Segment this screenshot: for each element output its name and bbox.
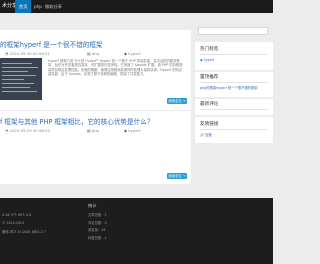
link-icon: 🔗 xyxy=(200,133,205,137)
post-category[interactable]: ▤ php xyxy=(87,51,99,56)
read-more-button[interactable]: 阅读全文 → xyxy=(167,98,187,104)
footer-info: 0.18. 9个 WIT: 4.0 © 2014-2024 微信2件3 24-0… xyxy=(2,211,46,236)
divider xyxy=(200,109,268,110)
post-list: 的框架hyperf 是一个很不错的框架 ◔ 2024-09-30 00:59:3… xyxy=(0,30,191,184)
stats-title: 统计 xyxy=(88,203,97,208)
search-input[interactable] xyxy=(198,27,268,35)
stat-item: 文章总数：2 xyxy=(88,213,107,217)
footer-line: © 2014-2024 xyxy=(2,221,25,226)
widget-title: 友情链接 xyxy=(200,122,219,127)
widget-title: 热门标签 xyxy=(200,47,219,52)
divider xyxy=(0,110,191,111)
top-nav: 术分享 首页 php 微软分享 xyxy=(0,0,273,13)
post-thumbnail[interactable] xyxy=(0,58,42,100)
friend-link[interactable]: 🔗 百度 xyxy=(200,132,212,137)
clock-icon: ◔ xyxy=(5,51,9,56)
post-tag[interactable]: ◆ hyperf xyxy=(124,51,140,56)
footer-line: 微信2件3 24-0001 8年4-2 7 xyxy=(2,229,46,234)
read-more-button[interactable]: 阅读全文 → xyxy=(167,173,187,179)
post-date: ◔ 2024-09-30 00:59:31 xyxy=(5,51,50,56)
post-title[interactable]: f 框架与其他 PHP 框架相比，它的核心优势是什么？ xyxy=(0,116,153,126)
post-date: ◔ 2024-09-29 00:48:35 xyxy=(5,128,50,133)
tag-icon: ◆ xyxy=(200,58,203,62)
widget-recommend: 置顶推荐 php的框架hyperf 是一个很不错的框架 xyxy=(195,72,273,97)
tag-icon: ◆ xyxy=(124,128,127,133)
widget-hot-tags: 热门标签 ◆ hyperf xyxy=(195,42,273,70)
footer-line: 0.18. 9个 WIT: 4.0 xyxy=(2,213,32,217)
nav-item-share[interactable]: 微软分享 xyxy=(41,0,66,13)
post-category[interactable]: ▤ php xyxy=(87,128,99,133)
post-tag[interactable]: ◆ hyperf xyxy=(124,128,140,133)
footer: 0.18. 9个 WIT: 4.0 © 2014-2024 微信2件3 24-0… xyxy=(0,198,273,264)
stat-item: 标签总数：1 xyxy=(88,236,107,241)
nav-item-home[interactable]: 首页 xyxy=(15,0,32,13)
stat-item: 浏览量：39 xyxy=(88,228,106,233)
folder-icon: ▤ xyxy=(87,51,91,56)
recommend-link[interactable]: php的框架hyperf 是一个很不错的框架 xyxy=(200,85,258,90)
stat-item: 评论总数：0 xyxy=(88,220,107,225)
divider xyxy=(200,82,268,83)
post-title[interactable]: 的框架hyperf 是一个很不错的框架 xyxy=(0,39,103,49)
widget-title: 置顶推荐 xyxy=(200,75,219,80)
tag-icon: ◆ xyxy=(124,51,127,56)
widget-title: 最新评论 xyxy=(200,102,219,107)
widget-friend-links: 友情链接 🔗 百度 xyxy=(195,117,273,143)
footer-stats: 统计 文章总数：2 评论总数：0 浏览量：39 标签总数：1 xyxy=(88,203,107,243)
clock-icon: ◔ xyxy=(5,128,9,133)
widget-comments: 最新评论 xyxy=(195,99,273,115)
folder-icon: ▤ xyxy=(87,128,91,133)
divider xyxy=(200,129,268,130)
divider xyxy=(200,54,268,55)
tag-link[interactable]: ◆ hyperf xyxy=(200,58,214,62)
post-excerpt: Hyperf 框架介绍 什么是 Hyperf？Hyperf 是一个基于 PHP … xyxy=(48,59,183,77)
